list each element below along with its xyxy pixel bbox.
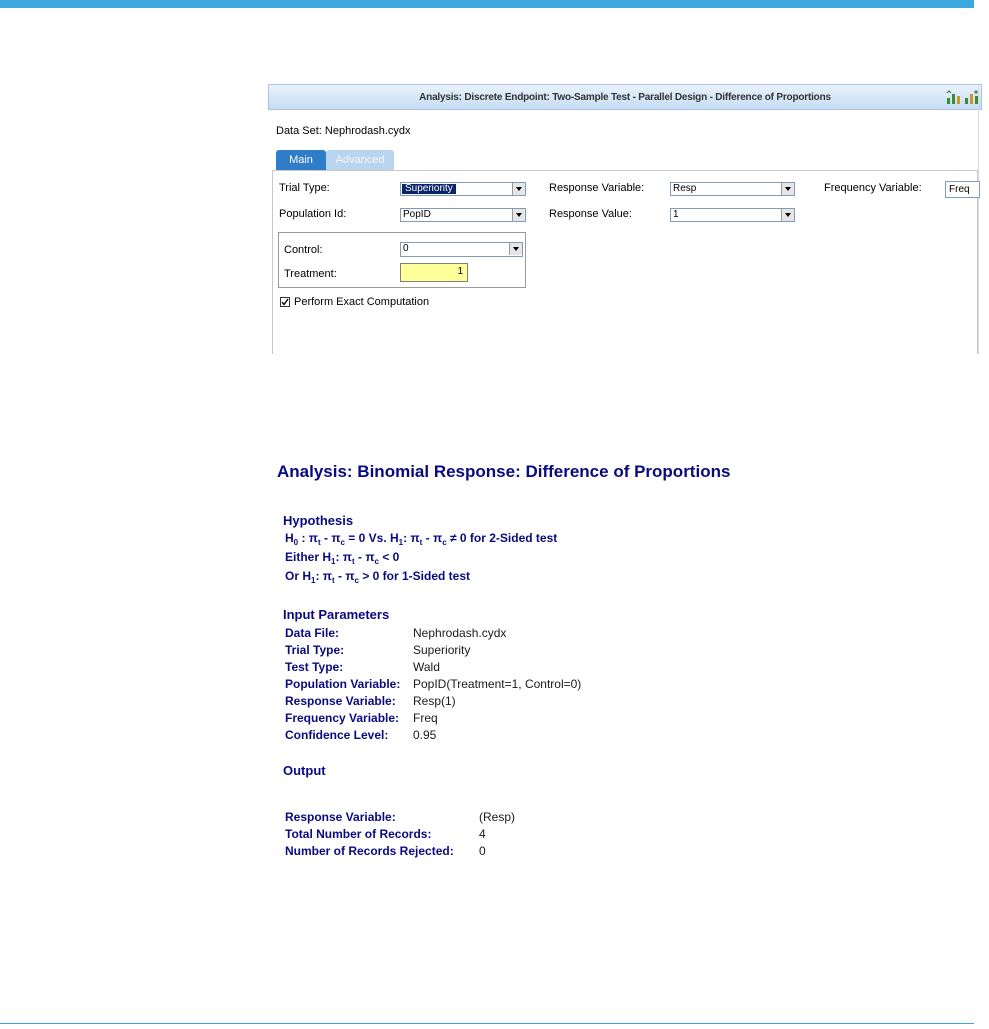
- control-label: Control:: [284, 244, 323, 256]
- response-variable-label: Response Variable:: [549, 182, 645, 194]
- population-id-label: Population Id:: [279, 208, 347, 220]
- treatment-value: 1: [457, 266, 463, 277]
- param-key: Data File:: [285, 626, 340, 640]
- chevron-down-icon[interactable]: [512, 183, 525, 195]
- control-value: 0: [403, 243, 409, 254]
- param-key: Trial Type:: [285, 643, 345, 657]
- treatment-label: Treatment:: [284, 268, 337, 280]
- hypothesis-line-or: Or H1: πt - πc > 0 for 1-Sided test: [285, 569, 471, 585]
- param-key: Test Type:: [285, 660, 344, 674]
- frequency-variable-value: Freq: [949, 184, 970, 195]
- output-value: 0: [479, 844, 486, 858]
- top-accent-bar: [0, 0, 974, 8]
- param-value: Freq: [413, 711, 438, 725]
- dialog-header: Analysis: Discrete Endpoint: Two-Sample …: [268, 84, 982, 110]
- exact-computation-label: Perform Exact Computation: [294, 296, 430, 308]
- output-value: 4: [479, 827, 486, 841]
- output-key: Number of Records Rejected:: [285, 844, 454, 858]
- trial-type-select[interactable]: Superiority: [400, 182, 526, 196]
- control-select[interactable]: 0: [400, 242, 523, 257]
- analysis-dialog: Analysis: Discrete Endpoint: Two-Sample …: [268, 84, 982, 354]
- param-value: Resp(1): [413, 694, 456, 708]
- output-key: Total Number of Records:: [285, 827, 432, 841]
- dialog-title: Analysis: Discrete Endpoint: Two-Sample …: [419, 92, 831, 103]
- bar-chart-icon[interactable]: [945, 89, 962, 106]
- param-key: Response Variable:: [285, 694, 396, 708]
- output-heading: Output: [283, 763, 326, 778]
- trial-type-label: Trial Type:: [279, 182, 330, 194]
- population-id-value: PopID: [403, 209, 431, 220]
- chevron-down-icon[interactable]: [512, 209, 525, 221]
- chevron-down-icon[interactable]: [781, 209, 794, 221]
- population-id-select[interactable]: PopID: [400, 208, 526, 222]
- response-variable-value: Resp: [673, 183, 697, 194]
- frequency-variable-label: Frequency Variable:: [824, 182, 922, 194]
- report-title: Analysis: Binomial Response: Difference …: [277, 462, 731, 481]
- response-value-label: Response Value:: [549, 208, 632, 220]
- tab-advanced[interactable]: Advanced: [326, 150, 394, 170]
- param-value: Nephrodash.cydx: [413, 626, 507, 640]
- param-key: Confidence Level:: [285, 728, 389, 742]
- chevron-down-icon[interactable]: [509, 243, 522, 255]
- response-variable-select[interactable]: Resp: [670, 182, 795, 196]
- tab-main[interactable]: Main: [276, 150, 326, 170]
- param-value: Wald: [413, 660, 440, 674]
- param-key: Population Variable:: [285, 677, 401, 691]
- param-key: Frequency Variable:: [285, 711, 400, 725]
- treatment-input[interactable]: 1: [400, 263, 468, 282]
- output-key: Response Variable:: [285, 810, 396, 824]
- param-value: PopID(Treatment=1, Control=0): [413, 677, 582, 691]
- param-value: Superiority: [413, 643, 471, 657]
- hypothesis-line-either: Either H1: πt - πc < 0: [285, 550, 400, 566]
- trial-type-value: Superiority: [402, 184, 456, 194]
- frequency-variable-input[interactable]: Freq: [945, 181, 980, 198]
- input-parameters-heading: Input Parameters: [283, 607, 390, 622]
- param-value: 0.95: [413, 728, 437, 742]
- response-value-select[interactable]: 1: [670, 208, 795, 222]
- hypothesis-heading: Hypothesis: [283, 513, 354, 528]
- chevron-down-icon[interactable]: [781, 183, 794, 195]
- hypothesis-line-two-sided: H0 : πt - πc = 0 Vs. H1: πt - πc ≠ 0 for…: [285, 531, 558, 547]
- exact-computation-checkbox[interactable]: [280, 297, 290, 307]
- bottom-accent-line: [0, 1023, 974, 1024]
- panel-right-border: [978, 84, 979, 354]
- response-value-value: 1: [673, 209, 679, 220]
- output-value: (Resp): [479, 810, 516, 824]
- data-set-label: Data Set: Nephrodash.cydx: [276, 125, 411, 137]
